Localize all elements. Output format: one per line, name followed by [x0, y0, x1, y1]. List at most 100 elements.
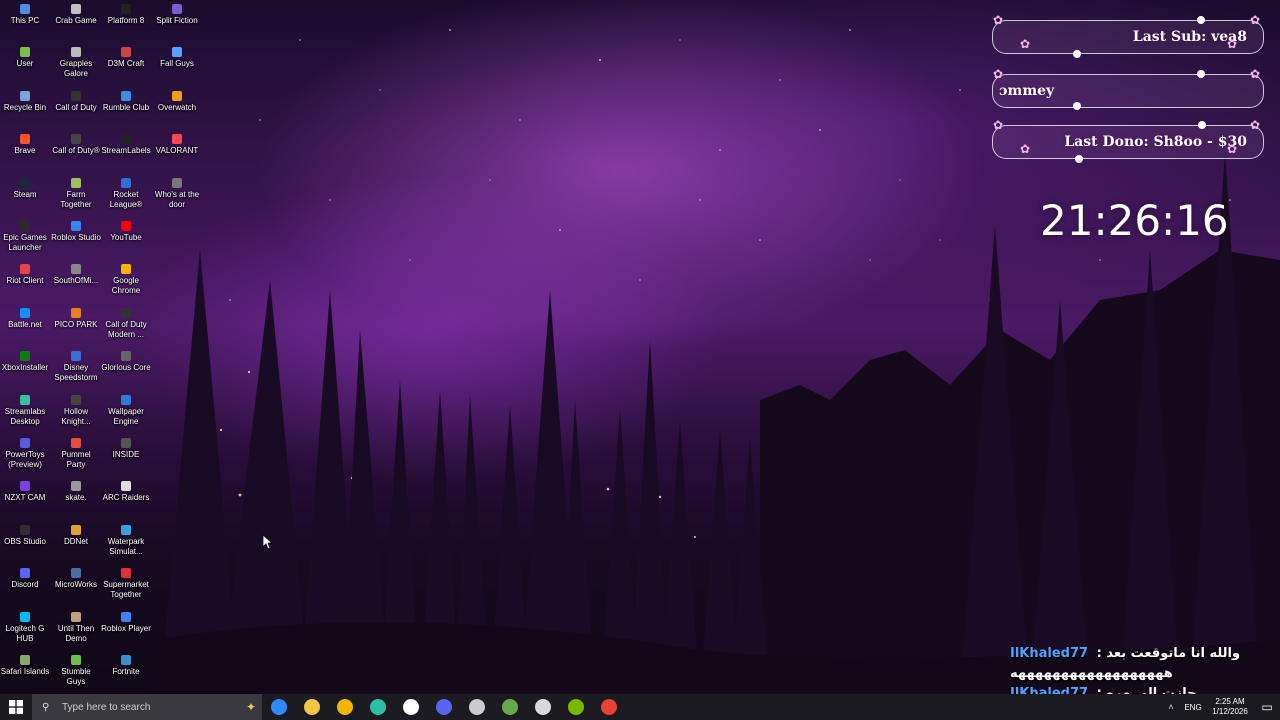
- desktop-icon-label: Glorious Core: [101, 363, 151, 373]
- desktop-icon[interactable]: Supermarket Together: [101, 568, 151, 600]
- follower-banner: ɔmmey: [992, 74, 1264, 108]
- desktop-icon[interactable]: Rocket League®: [101, 177, 151, 210]
- desktop-icon[interactable]: Logitech G HUB: [0, 611, 50, 644]
- taskbar-app-button[interactable]: [526, 694, 559, 720]
- south-of-midnight-icon: [71, 264, 81, 275]
- desktop-icon[interactable]: Call of Duty: [51, 90, 101, 113]
- desktop-icon[interactable]: OBS Studio: [0, 524, 50, 547]
- desktop-icon-label: Platform 8: [107, 16, 145, 25]
- chat-username: IlKhaled77: [1010, 646, 1089, 661]
- desktop-icon[interactable]: Discord: [0, 568, 50, 590]
- tray-expand-chevron-icon[interactable]: ˄: [1162, 702, 1180, 712]
- desktop-icon[interactable]: Split Fiction: [152, 4, 202, 26]
- chrome-icon: [121, 264, 131, 275]
- desktop-icon[interactable]: Fall Guys: [152, 47, 202, 69]
- desktop-icon[interactable]: Recycle Bin: [0, 90, 50, 113]
- desktop-icon[interactable]: Pummel Party: [51, 438, 101, 470]
- desktop-icon[interactable]: Waterpark Simulat...: [101, 524, 151, 557]
- streamlabels-icon: [121, 134, 131, 145]
- riot-client-icon: [20, 264, 30, 275]
- taskbar-app-button[interactable]: [262, 694, 295, 720]
- desktop-icon[interactable]: Overwatch: [152, 90, 202, 113]
- taskbar-app-button[interactable]: [493, 694, 526, 720]
- notification-center-icon[interactable]: ▭: [1254, 700, 1280, 714]
- desktop-icon[interactable]: SouthOfMi...: [51, 264, 101, 286]
- taskbar-pinned-apps: [262, 694, 625, 720]
- desktop-icon[interactable]: VALORANT: [152, 134, 202, 156]
- stumble-guys-icon: [71, 655, 81, 665]
- taskbar-app-button[interactable]: [427, 694, 460, 720]
- desktop-icon[interactable]: Call of Duty®: [51, 134, 101, 156]
- desktop-icon[interactable]: Stumble Guys: [51, 655, 101, 687]
- desktop-icon[interactable]: Platform 8: [101, 4, 151, 26]
- roblox-studio-icon: [71, 221, 81, 231]
- desktop-icon[interactable]: Roblox Player: [101, 611, 151, 634]
- taskbar-app-button[interactable]: [328, 694, 361, 720]
- desktop-icon[interactable]: Crab Game: [51, 4, 101, 26]
- desktop-icon-label: YouTube: [110, 233, 142, 242]
- start-button[interactable]: [0, 694, 32, 720]
- desktop-icon[interactable]: YouTube: [101, 221, 151, 243]
- desktop-icon[interactable]: User: [0, 47, 50, 69]
- desktop-icon-label: Stumble Guys: [61, 667, 91, 686]
- taskbar-app-button[interactable]: [361, 694, 394, 720]
- follower-text: ɔmmey: [999, 83, 1055, 99]
- desktop-icon-label: Call of Duty®: [52, 146, 100, 156]
- desktop-icon[interactable]: D3M Craft: [101, 47, 151, 69]
- taskbar-app-button[interactable]: [460, 694, 493, 720]
- flower-icon: ✿: [993, 118, 1004, 132]
- desktop-icon[interactable]: XboxInstaller: [0, 351, 50, 373]
- desktop-icon-label: INSIDE: [112, 450, 140, 459]
- desktop-icon[interactable]: DDNet: [51, 524, 101, 547]
- desktop-icon[interactable]: Farm Together: [51, 177, 101, 210]
- desktop-icon-label: DDNet: [63, 536, 88, 546]
- user-folder-icon: [20, 47, 30, 58]
- language-indicator[interactable]: ENG: [1180, 703, 1206, 712]
- desktop-icon[interactable]: Roblox Studio: [51, 221, 101, 243]
- desktop-icon[interactable]: Glorious Core: [101, 351, 151, 373]
- taskbar-app-button[interactable]: [559, 694, 592, 720]
- desktop-icon-label: Farm Together: [60, 189, 92, 209]
- desktop-icon[interactable]: PowerToys (Preview): [0, 438, 50, 470]
- copilot-sparkle-icon[interactable]: ✦: [246, 700, 256, 714]
- taskbar-app-button[interactable]: [394, 694, 427, 720]
- desktop-icon[interactable]: Battle.net: [0, 307, 50, 330]
- overwatch-icon: [172, 90, 182, 101]
- desktop-icon[interactable]: Disney Speedstorm: [51, 351, 101, 383]
- desktop-icon[interactable]: Google Chrome: [101, 264, 151, 296]
- desktop-icon[interactable]: Brave: [0, 134, 50, 156]
- desktop-icon[interactable]: This PC: [0, 4, 50, 26]
- desktop-icon[interactable]: INSIDE: [101, 438, 151, 460]
- desktop-icon[interactable]: Until Then Demo: [51, 611, 101, 644]
- desktop-icon[interactable]: StreamLabels: [101, 134, 151, 156]
- platform-8-icon: [121, 4, 131, 14]
- taskbar-app-button[interactable]: [592, 694, 625, 720]
- desktop-icon[interactable]: ARC Raiders: [101, 481, 151, 503]
- waterpark-simulator-icon: [121, 524, 131, 535]
- last-dono-banner: Last Dono: Sh8oo - $30: [992, 125, 1264, 159]
- desktop-icon[interactable]: Grapples Galore: [51, 47, 101, 79]
- call-of-duty-2-icon: [71, 134, 81, 145]
- desktop-icon[interactable]: PICO PARK: [51, 307, 101, 330]
- desktop-icon[interactable]: Call of Duty Modern ...: [101, 307, 151, 340]
- desktop-icon-label: VALORANT: [155, 146, 199, 156]
- desktop-icon[interactable]: Safari Islands: [0, 655, 50, 677]
- taskbar-app-button[interactable]: [295, 694, 328, 720]
- desktop-icon[interactable]: Hollow Knight...: [51, 394, 101, 427]
- desktop-icon[interactable]: Steam: [0, 177, 50, 200]
- taskbar-clock[interactable]: 2:25 AM 1/12/2026: [1206, 697, 1254, 717]
- desktop-icon[interactable]: skate.: [51, 481, 101, 503]
- desktop-icon[interactable]: Epic Games Launcher: [0, 221, 50, 253]
- desktop-icon[interactable]: NZXT CAM: [0, 481, 50, 503]
- desktop-icon[interactable]: Who's at the door: [152, 177, 202, 210]
- desktop-icon[interactable]: MicroWorks: [51, 568, 101, 590]
- edge-icon: [369, 699, 386, 715]
- desktop-icon[interactable]: Streamlabs Desktop: [0, 394, 50, 427]
- desktop-icon[interactable]: Rumble Club: [101, 90, 151, 113]
- logitech-g-hub-icon: [20, 611, 30, 622]
- desktop-icon[interactable]: Fortnite: [101, 655, 151, 677]
- taskbar-search-box[interactable]: ⚲ Type here to search ✦: [32, 694, 262, 720]
- flower-icon: ✿: [993, 13, 1004, 27]
- desktop-icon[interactable]: Wallpaper Engine: [101, 394, 151, 427]
- desktop-icon[interactable]: Riot Client: [0, 264, 50, 286]
